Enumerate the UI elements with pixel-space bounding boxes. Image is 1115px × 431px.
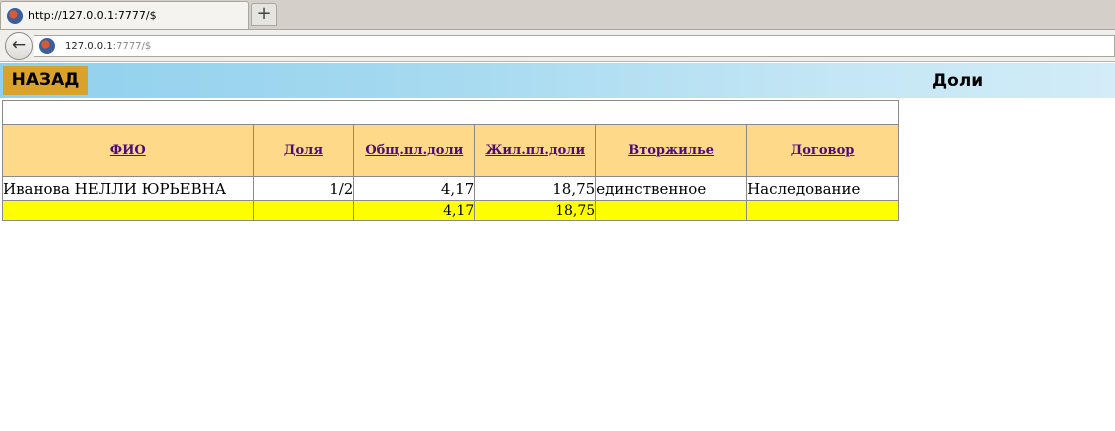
- page-header: НАЗАД Доли: [0, 63, 1115, 98]
- total-second-housing: [595, 200, 748, 221]
- site-identity-icon[interactable]: [39, 38, 55, 54]
- cell-share: 1/2: [252, 176, 355, 201]
- tab-strip: http://127.0.0.1:7777/$ +: [0, 0, 1115, 29]
- table-caption-row: [2, 100, 899, 125]
- navigation-bar: ← 127.0.0.1:7777/$: [0, 29, 1115, 62]
- column-header-fio: ФИО: [2, 124, 254, 177]
- total-total-area: 4,17: [353, 200, 476, 221]
- browser-tab[interactable]: http://127.0.0.1:7777/$: [0, 1, 249, 29]
- url-text: 127.0.0.1:7777/$: [65, 41, 151, 52]
- sort-link-contract[interactable]: Договор: [791, 143, 855, 158]
- table-caption-cell: [2, 100, 899, 125]
- page-title: Доли: [932, 71, 984, 91]
- url-host: 127.0.0.1: [65, 40, 113, 52]
- column-header-share: Доля: [252, 124, 355, 177]
- cell-second-housing: единственное: [595, 176, 748, 201]
- table-row: Иванова НЕЛЛИ ЮРЬЕВНА 1/2 4,17 18,75 еди…: [2, 176, 899, 201]
- url-path: :7777/$: [112, 40, 152, 52]
- sort-link-fio[interactable]: ФИО: [110, 143, 146, 158]
- sort-link-living-area[interactable]: Жил.пл.доли: [485, 143, 585, 158]
- cell-contract: Наследование: [746, 176, 899, 201]
- back-button[interactable]: НАЗАД: [3, 66, 88, 95]
- total-contract: [746, 200, 899, 221]
- sort-link-second-housing[interactable]: Вторжилье: [628, 143, 714, 158]
- cell-total-area: 4,17: [353, 176, 476, 201]
- total-living-area: 18,75: [474, 200, 597, 221]
- tab-title: http://127.0.0.1:7777/$: [28, 9, 157, 22]
- table-header-row: ФИО Доля Общ.пл.доли Жил.пл.доли Вторжил…: [2, 124, 899, 177]
- browser-back-button[interactable]: ←: [5, 32, 33, 60]
- column-header-second-housing: Вторжилье: [595, 124, 748, 177]
- total-share: [252, 200, 355, 221]
- favicon-icon: [7, 7, 23, 24]
- total-fio: [2, 200, 254, 221]
- sort-link-share[interactable]: Доля: [284, 143, 323, 158]
- sort-link-total-area[interactable]: Общ.пл.доли: [365, 143, 463, 158]
- shares-table: ФИО Доля Общ.пл.доли Жил.пл.доли Вторжил…: [2, 100, 899, 221]
- column-header-living-area: Жил.пл.доли: [474, 124, 597, 177]
- column-header-total-area: Общ.пл.доли: [353, 124, 476, 177]
- cell-living-area: 18,75: [474, 176, 597, 201]
- column-header-contract: Договор: [746, 124, 899, 177]
- cell-fio: Иванова НЕЛЛИ ЮРЬЕВНА: [2, 176, 254, 201]
- url-bar[interactable]: 127.0.0.1:7777/$: [34, 35, 1115, 57]
- totals-row: 4,17 18,75: [2, 200, 899, 221]
- new-tab-button[interactable]: +: [251, 3, 277, 26]
